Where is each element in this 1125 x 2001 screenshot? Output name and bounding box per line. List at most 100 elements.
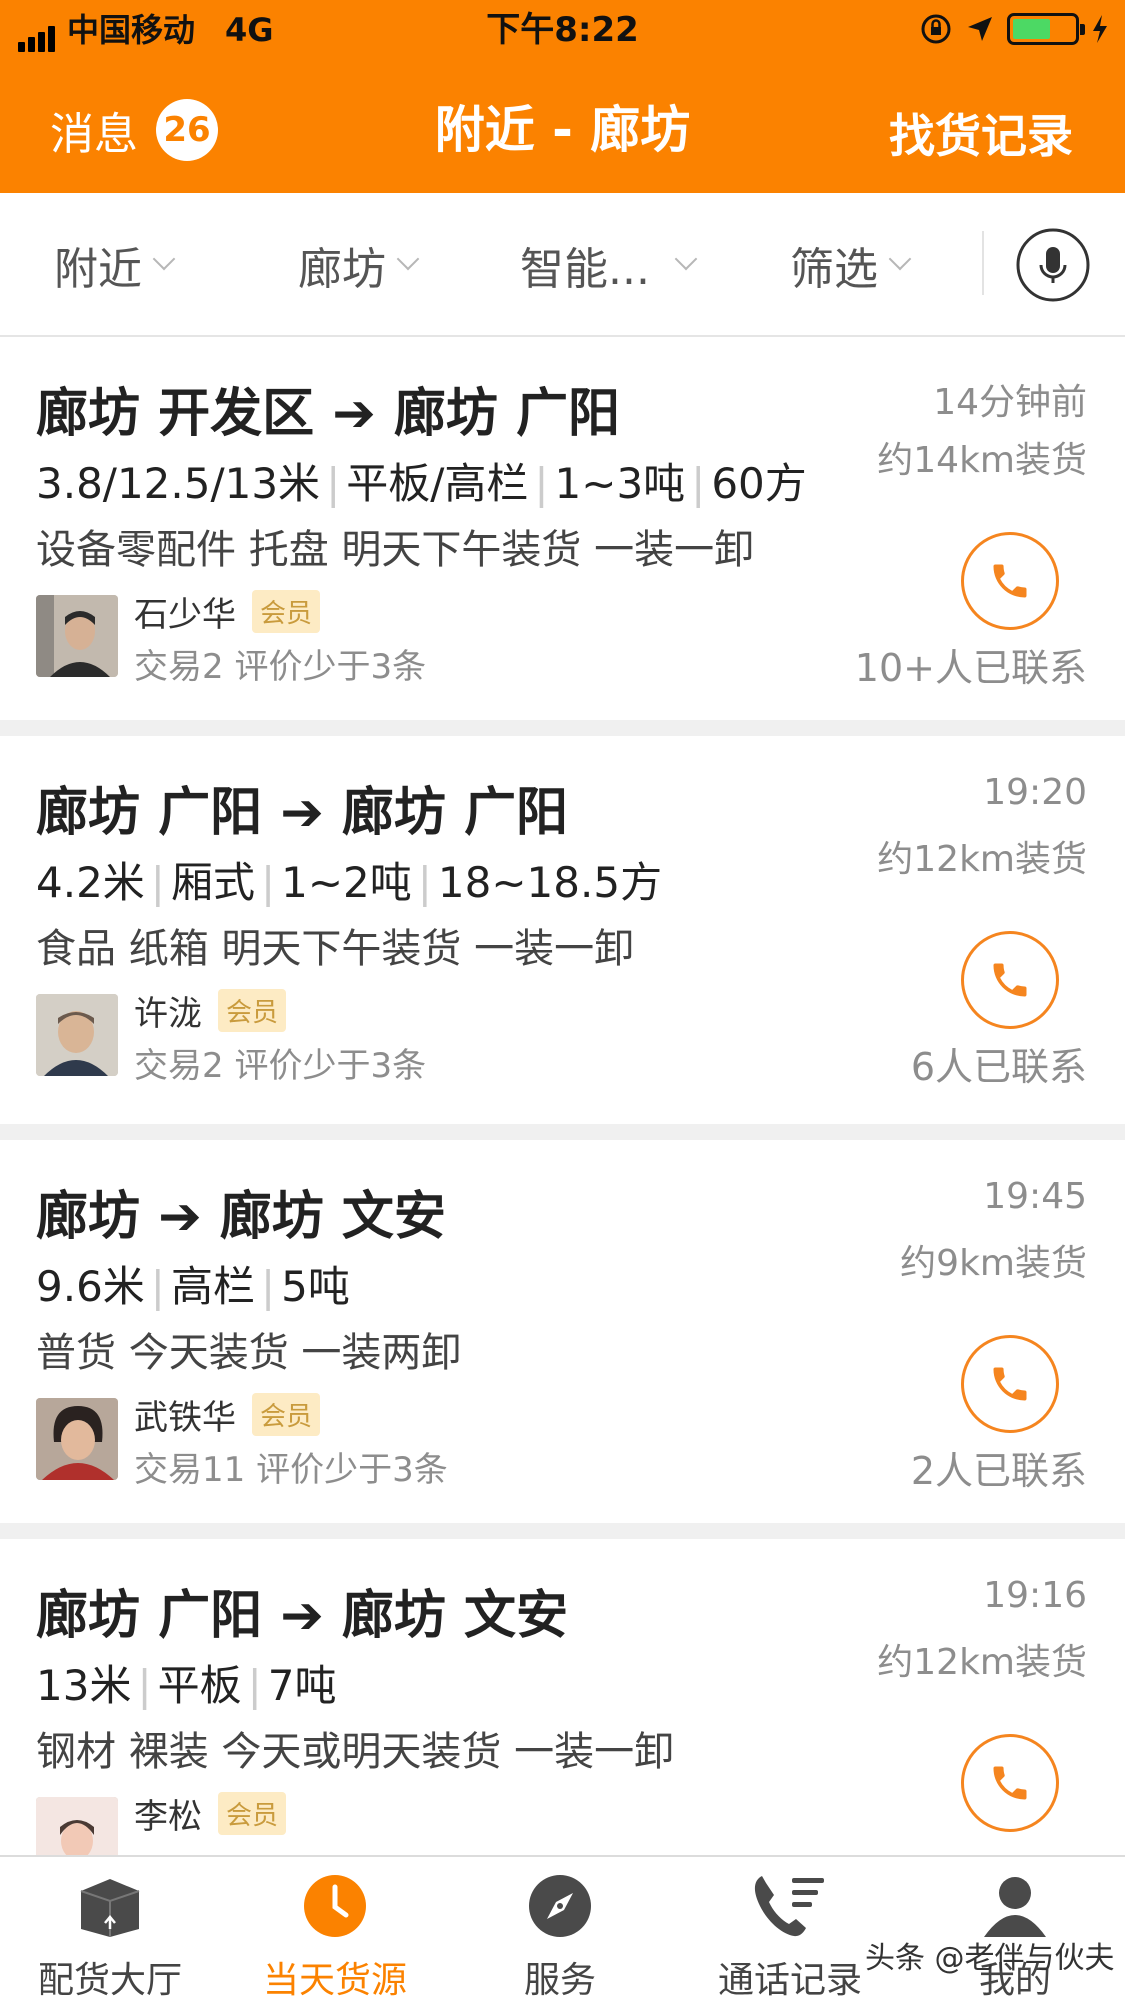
tab-profile[interactable]: 我的 xyxy=(940,1857,1090,2001)
truck-length: 9.6米 xyxy=(36,1262,145,1311)
shipper-name: 李松 会员 xyxy=(134,1789,287,1838)
filter-label: 廊坊 xyxy=(298,244,386,295)
filter-bar: 附近 廊坊 智能... 筛选 xyxy=(0,193,1125,337)
shipper-name: 石少华 会员 xyxy=(134,587,321,636)
shipper-name-text: 武铁华 xyxy=(134,1398,236,1438)
cargo-volume: 60方 xyxy=(711,459,807,508)
tab-call-records[interactable]: 通话记录 xyxy=(700,1857,880,2001)
route-title: 廊坊 ➔ 廊坊 文安 xyxy=(36,1187,446,1247)
truck-type: 厢式 xyxy=(170,858,255,907)
page-title[interactable]: 附近 - 廊坊 xyxy=(435,101,691,159)
contacted-count: 2人已联系 xyxy=(910,1449,1087,1493)
tab-today-cargo[interactable]: 当天货源 xyxy=(255,1857,415,2001)
route-title: 廊坊 开发区 ➔ 廊坊 广阳 xyxy=(36,384,620,444)
trade-info: 交易11 评价少于3条 xyxy=(134,1450,448,1490)
truck-length: 13米 xyxy=(36,1661,132,1710)
cargo-description: 设备零配件 托盘 明天下午装货 一装一卸 xyxy=(36,527,755,573)
card-divider xyxy=(0,1124,1125,1140)
cargo-specs: 13米 | 平板 | 7吨 xyxy=(36,1661,337,1710)
phone-icon xyxy=(993,963,1027,997)
chevron-down-icon xyxy=(674,247,698,271)
cargo-description: 食品 纸箱 明天下午装货 一装一卸 xyxy=(36,926,635,972)
tab-services[interactable]: 服务 xyxy=(480,1857,640,2001)
filter-screen[interactable]: 筛选 xyxy=(790,233,912,297)
box-icon xyxy=(80,1879,140,1937)
member-badge: 会员 xyxy=(252,1393,321,1436)
chevron-down-icon xyxy=(152,247,176,271)
tab-label: 通话记录 xyxy=(717,1960,862,2001)
battery-icon xyxy=(1007,13,1085,45)
watermark-text: 头条 @老伴与伙夫 xyxy=(865,1941,1115,1976)
person-icon xyxy=(984,1877,1046,1937)
bottom-tab-bar: 配货大厅 当天货源 服务 通话记录 我的 xyxy=(0,1855,1125,2001)
call-button[interactable] xyxy=(961,1335,1059,1433)
nav-bar: 消息 26 附近 - 廊坊 找货记录 xyxy=(0,70,1125,180)
loading-distance: 约9km装货 xyxy=(900,1243,1087,1284)
avatar[interactable] xyxy=(36,1797,118,1855)
status-right xyxy=(919,12,1109,46)
call-button[interactable] xyxy=(961,532,1059,630)
call-button[interactable] xyxy=(961,931,1059,1029)
cargo-description: 普货 今天装货 一装两卸 xyxy=(36,1330,462,1376)
trade-info: 交易2 评价少于3条 xyxy=(134,1046,427,1086)
cargo-specs: 3.8/12.5/13米 | 平板/高栏 | 1~3吨 | 60方 xyxy=(36,459,807,508)
shipper-name: 许泷 会员 xyxy=(134,986,287,1035)
truck-type: 高栏 xyxy=(170,1262,255,1311)
loading-distance: 约12km装货 xyxy=(877,839,1087,880)
post-time: 19:20 xyxy=(983,772,1087,813)
truck-length: 3.8/12.5/13米 xyxy=(36,459,321,508)
route-title: 廊坊 广阳 ➔ 廊坊 文安 xyxy=(36,1586,568,1646)
messages-button[interactable]: 消息 26 xyxy=(50,98,218,162)
member-badge: 会员 xyxy=(218,989,287,1032)
cargo-listing-card[interactable]: 廊坊 广阳 ➔ 廊坊 文安 13米 | 平板 | 7吨 钢材 裸装 今天或明天装货 一装… xyxy=(0,1539,1125,1855)
avatar[interactable] xyxy=(36,994,118,1076)
post-time: 19:45 xyxy=(983,1176,1087,1217)
shipper-name-text: 许泷 xyxy=(134,994,202,1034)
cargo-volume: 18~18.5方 xyxy=(437,858,663,907)
cargo-description: 钢材 裸装 今天或明天装货 一装一卸 xyxy=(36,1729,675,1775)
tab-dispatch-hall[interactable]: 配货大厅 xyxy=(30,1857,190,2001)
post-time: 19:16 xyxy=(983,1575,1087,1616)
loading-distance: 约12km装货 xyxy=(877,1642,1087,1683)
chevron-down-icon xyxy=(888,247,912,271)
filter-divider xyxy=(982,231,984,295)
filter-city[interactable]: 廊坊 xyxy=(298,233,420,297)
cargo-listing-card[interactable]: 廊坊 ➔ 廊坊 文安 9.6米 | 高栏 | 5吨 普货 今天装货 一装两卸 武铁华 会… xyxy=(0,1140,1125,1523)
voice-search-icon[interactable] xyxy=(1015,227,1091,303)
clock-icon xyxy=(304,1875,366,1937)
cargo-weight: 1~2吨 xyxy=(281,858,412,907)
filter-sort[interactable]: 智能... xyxy=(520,233,698,297)
cargo-weight: 5吨 xyxy=(281,1262,350,1311)
cargo-weight: 7吨 xyxy=(267,1661,337,1710)
tab-label: 配货大厅 xyxy=(37,1960,182,2001)
member-badge: 会员 xyxy=(252,590,321,633)
card-divider xyxy=(0,1523,1125,1539)
shipper-name-text: 石少华 xyxy=(134,595,236,635)
filter-label: 智能... xyxy=(520,244,650,295)
tab-label: 当天货源 xyxy=(262,1960,407,2001)
truck-type: 平板/高栏 xyxy=(346,459,529,508)
cargo-listing-card[interactable]: 廊坊 开发区 ➔ 廊坊 广阳 3.8/12.5/13米 | 平板/高栏 | 1~3吨 | 6… xyxy=(0,337,1125,720)
cargo-listing-card[interactable]: 廊坊 广阳 ➔ 廊坊 广阳 4.2米 | 厢式 | 1~2吨 | 18~18.5方 食品 纸… xyxy=(0,736,1125,1124)
avatar[interactable] xyxy=(36,595,118,677)
post-time: 14分钟前 xyxy=(933,382,1087,423)
card-divider xyxy=(0,720,1125,736)
avatar[interactable] xyxy=(36,1398,118,1480)
messages-label: 消息 xyxy=(50,109,138,160)
phone-icon xyxy=(993,1367,1027,1401)
cargo-specs: 9.6米 | 高栏 | 5吨 xyxy=(36,1262,350,1311)
contacted-count: 10+人已联系 xyxy=(854,646,1087,690)
find-cargo-history-button[interactable]: 找货记录 xyxy=(889,100,1073,166)
cargo-specs: 4.2米 | 厢式 | 1~2吨 | 18~18.5方 xyxy=(36,858,663,907)
filter-label: 附近 xyxy=(54,244,142,295)
message-count-badge: 26 xyxy=(156,99,218,161)
location-icon xyxy=(968,17,992,41)
route-title: 廊坊 广阳 ➔ 廊坊 广阳 xyxy=(36,783,568,843)
truck-type: 平板 xyxy=(157,1661,242,1710)
phone-icon xyxy=(993,564,1027,598)
call-button[interactable] xyxy=(961,1734,1059,1832)
cargo-weight: 1~3吨 xyxy=(554,459,686,508)
filter-nearby[interactable]: 附近 xyxy=(54,233,176,297)
orientation-lock-icon xyxy=(921,14,951,44)
contacted-count: 6人已联系 xyxy=(910,1045,1087,1089)
